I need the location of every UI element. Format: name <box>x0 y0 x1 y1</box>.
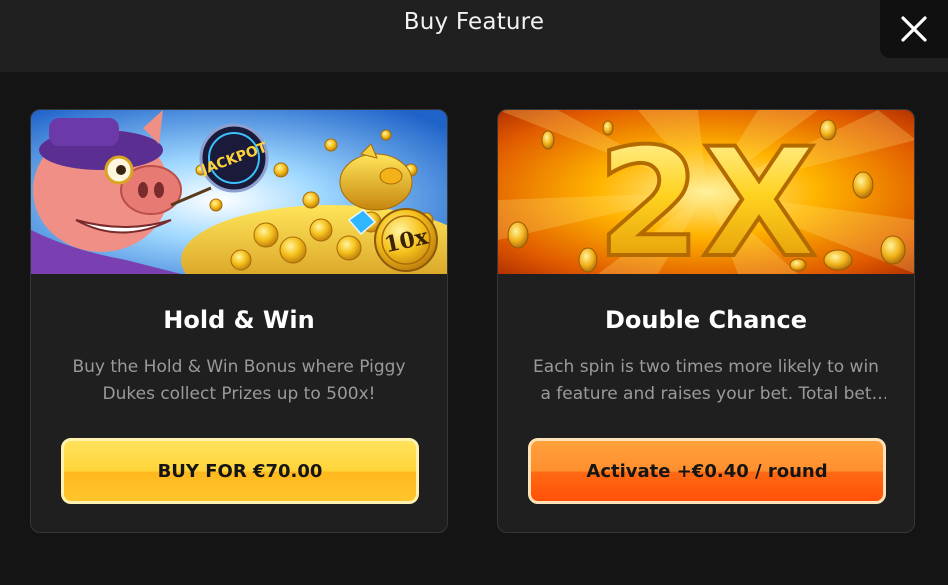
feature-description: Each spin is two times more likely to wi… <box>533 357 879 404</box>
buy-feature-button[interactable]: BUY FOR €70.00 <box>61 438 419 504</box>
feature-description: Buy the Hold & Win Bonus where Piggy Duk… <box>72 357 406 404</box>
feature-title: Double Chance <box>604 306 808 334</box>
close-button[interactable] <box>880 0 948 58</box>
double-chance-banner: 2X <box>498 110 914 274</box>
close-icon <box>901 16 927 42</box>
hold-and-win-banner: JACKPOT 10x <box>31 110 447 274</box>
feature-card-double-chance: 2X Double Chance Each spin is two times … <box>497 109 915 533</box>
feature-title: Hold & Win <box>163 306 315 334</box>
double-chance-multiplier-text: 2X <box>597 117 817 274</box>
activate-feature-button[interactable]: Activate +€0.40 / round <box>528 438 886 504</box>
feature-card-hold-and-win: JACKPOT 10x Hold & Win Buy the Hold & Wi… <box>30 109 448 533</box>
modal-title: Buy Feature <box>403 9 545 35</box>
modal-header: Buy Feature <box>0 0 948 72</box>
